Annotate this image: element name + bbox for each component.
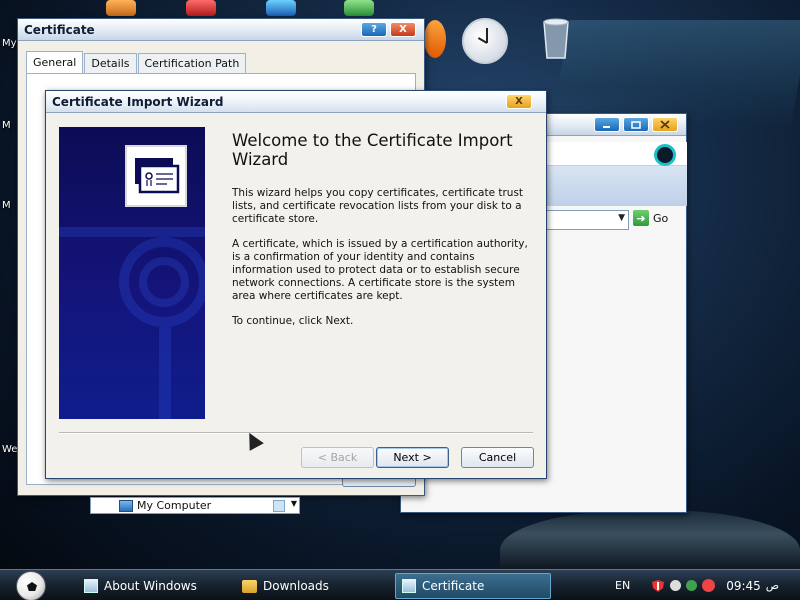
- wizard-paragraph: This wizard helps you copy certificates,…: [232, 187, 524, 226]
- desktop-icon-label[interactable]: M: [2, 200, 11, 211]
- chevron-down-icon: ▼: [618, 213, 625, 223]
- certificate-titlebar[interactable]: Certificate ? X: [18, 19, 424, 41]
- desktop-icon-label[interactable]: M: [2, 120, 11, 131]
- wizard-content: Welcome to the Certificate Import Wizard…: [232, 131, 532, 339]
- tab-general[interactable]: General: [26, 51, 84, 73]
- wizard-side-banner: [59, 127, 205, 419]
- clock-ampm: ص: [765, 579, 780, 592]
- help-icon: ?: [371, 24, 377, 35]
- clock-widget-icon: [462, 18, 508, 64]
- cancel-button[interactable]: Cancel: [461, 447, 534, 468]
- certificate-graphic-icon: [135, 158, 180, 194]
- folder-icon: [242, 579, 257, 593]
- close-button[interactable]: X: [390, 22, 416, 37]
- start-button[interactable]: [16, 571, 46, 600]
- desktop-wallpaper-stadium: [500, 510, 800, 570]
- minimize-button[interactable]: [594, 117, 620, 132]
- language-indicator[interactable]: EN: [615, 579, 630, 592]
- close-icon: X: [515, 96, 523, 107]
- security-center-icon[interactable]: [702, 579, 716, 592]
- clock-time[interactable]: 09:45: [726, 579, 761, 593]
- media-player-icon[interactable]: [424, 20, 446, 58]
- import-wizard-dialog[interactable]: Certificate Import Wizard X Welcome to t…: [45, 90, 547, 479]
- close-button[interactable]: [652, 117, 678, 132]
- divider: [59, 432, 533, 434]
- wizard-heading: Welcome to the Certificate Import Wizard: [232, 131, 513, 169]
- wizard-window-title: Certificate Import Wizard: [52, 94, 224, 109]
- go-label: Go: [653, 211, 669, 225]
- desktop-shortcut-icon[interactable]: [344, 0, 374, 16]
- certificate-tabs: General Details Certification Path: [26, 51, 424, 73]
- combobox-square-icon: [273, 500, 285, 512]
- computer-icon: [119, 499, 133, 512]
- close-icon: X: [399, 24, 407, 35]
- certificate-icon: [125, 145, 187, 207]
- recycle-bin-icon[interactable]: [536, 14, 576, 62]
- tab-details[interactable]: Details: [84, 53, 137, 73]
- taskbar: About Windows Downloads Certificate EN 0…: [0, 569, 800, 600]
- window-icon: [84, 579, 98, 593]
- address-dropdown[interactable]: ▼: [541, 210, 629, 230]
- desktop-shortcut-icon[interactable]: [186, 0, 216, 16]
- desktop-icon-label[interactable]: We: [2, 444, 17, 455]
- maximize-button[interactable]: [623, 117, 649, 132]
- banner-decoration: [159, 327, 171, 419]
- back-button[interactable]: < Back: [301, 447, 374, 468]
- throbber-icon: [654, 144, 676, 166]
- taskbar-item-label: About Windows: [104, 579, 197, 593]
- wizard-paragraph: To continue, click Next.: [232, 314, 354, 327]
- taskbar-item-label: Certificate: [422, 579, 485, 593]
- location-combobox[interactable]: My Computer ▼: [90, 497, 300, 514]
- taskbar-item-downloads[interactable]: Downloads: [236, 573, 386, 599]
- certificate-icon: [402, 579, 416, 593]
- location-label: My Computer: [137, 499, 212, 512]
- next-button[interactable]: Next >: [376, 447, 449, 468]
- titlebar-buttons: ? X: [361, 22, 416, 37]
- volume-icon[interactable]: [670, 580, 682, 591]
- taskbar-item-label: Downloads: [263, 579, 329, 593]
- desktop-shortcut-icon[interactable]: [106, 0, 136, 16]
- go-arrow-icon: ➜: [633, 210, 649, 226]
- network-icon[interactable]: [686, 580, 698, 591]
- minimize-icon: [603, 125, 610, 128]
- maximize-icon: [631, 120, 641, 129]
- close-icon: [660, 120, 670, 129]
- banner-decoration: [139, 257, 189, 307]
- tab-certification-path[interactable]: Certification Path: [137, 53, 247, 73]
- go-button[interactable]: ➜ Go: [633, 210, 668, 226]
- wizard-paragraph: A certificate, which is issued by a cert…: [232, 237, 528, 303]
- desktop-shortcut-icon[interactable]: [266, 0, 296, 16]
- shield-icon[interactable]: [651, 579, 665, 593]
- explorer-banner: [541, 166, 687, 206]
- wizard-titlebar[interactable]: Certificate Import Wizard X: [46, 91, 546, 113]
- close-button[interactable]: X: [506, 94, 532, 109]
- help-button[interactable]: ?: [361, 22, 387, 37]
- banner-decoration: [59, 227, 205, 237]
- chevron-down-icon[interactable]: ▼: [291, 499, 297, 508]
- desktop-icon-label[interactable]: My: [2, 38, 17, 49]
- system-tray: EN 09:45 ص: [615, 570, 779, 600]
- taskbar-item-certificate[interactable]: Certificate: [395, 573, 551, 599]
- taskbar-item-about-windows[interactable]: About Windows: [78, 573, 228, 599]
- window-title: Certificate: [24, 22, 95, 37]
